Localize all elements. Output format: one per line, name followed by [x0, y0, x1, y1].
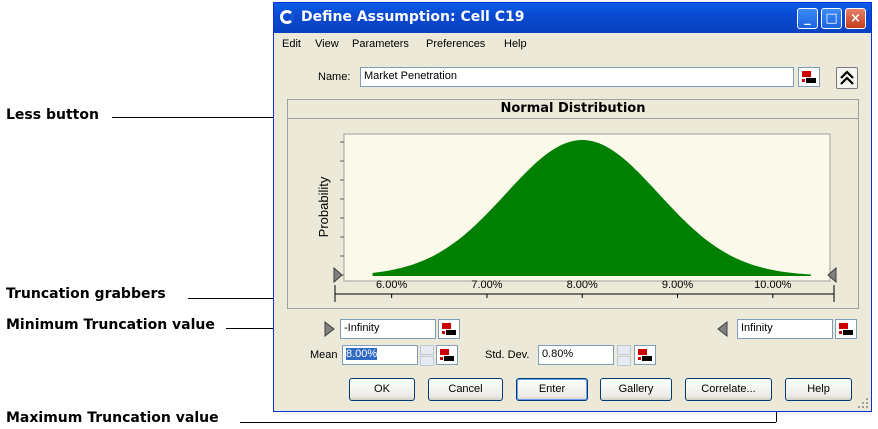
menu-parameters[interactable]: Parameters	[352, 38, 409, 50]
help-button[interactable]: Help	[785, 378, 852, 401]
mean-value-selected: 8.00%	[346, 348, 378, 360]
x-tick-label: 7.00%	[471, 279, 502, 291]
cell-reference-icon[interactable]	[634, 345, 656, 365]
ok-button[interactable]: OK	[349, 378, 415, 401]
close-button[interactable]: ×	[845, 8, 866, 29]
enter-button[interactable]: Enter	[516, 378, 588, 401]
std-dev-spinner[interactable]	[617, 345, 631, 366]
chevron-up-icon	[840, 70, 854, 85]
max-truncation-arrow-icon	[717, 321, 728, 337]
x-tick-label: 6.00%	[376, 279, 407, 291]
mean-label: Mean	[310, 349, 338, 361]
menu-bar: Edit View Parameters Preferences Help	[274, 33, 871, 53]
distribution-chart: Probability 6.00% 7.00% 8.00% 9.00% 10.00%	[316, 133, 837, 302]
correlate-button[interactable]: Correlate...	[685, 378, 772, 401]
min-truncation-input[interactable]: -Infinity	[340, 319, 436, 339]
x-tick-label: 9.00%	[662, 279, 693, 291]
window-title: Define Assumption: Cell C19	[301, 9, 525, 25]
max-truncation-input[interactable]: Infinity	[737, 319, 833, 339]
resize-grip-icon[interactable]	[857, 397, 869, 409]
x-tick-label: 8.00%	[567, 279, 598, 291]
maximize-button[interactable]: □	[821, 8, 842, 29]
leader-line	[240, 422, 776, 423]
cell-reference-icon[interactable]	[798, 67, 820, 87]
mean-input[interactable]: 8.00%	[342, 345, 418, 365]
cell-reference-icon[interactable]	[835, 319, 857, 339]
x-ticks: 6.00% 7.00% 8.00% 9.00% 10.00%	[376, 279, 792, 298]
menu-view[interactable]: View	[315, 38, 339, 50]
y-axis-label: Probability	[316, 176, 331, 237]
cancel-button[interactable]: Cancel	[428, 378, 503, 401]
mean-spinner[interactable]	[420, 345, 434, 366]
chart-panel: Normal Distribution Probability 6.00% 7.0…	[287, 99, 859, 309]
callout-minimum-truncation: Minimum Truncation value	[6, 317, 215, 333]
left-truncation-grabber[interactable]	[333, 266, 343, 284]
name-label: Name:	[318, 71, 351, 83]
std-dev-input[interactable]: 0.80%	[538, 345, 614, 365]
x-tick-label: 10.00%	[754, 279, 792, 291]
chart-title: Normal Distribution	[288, 101, 858, 119]
define-assumption-dialog: Define Assumption: Cell C19 _ □ × Edit V…	[273, 2, 872, 412]
min-truncation-arrow-icon	[324, 321, 335, 337]
cell-reference-icon[interactable]	[438, 319, 460, 339]
callout-truncation-grabbers: Truncation grabbers	[6, 286, 166, 302]
std-dev-label: Std. Dev.	[485, 349, 530, 361]
minimize-button[interactable]: _	[797, 8, 818, 29]
title-bar[interactable]: Define Assumption: Cell C19 _ □ ×	[274, 3, 871, 33]
app-icon	[280, 10, 294, 24]
cell-reference-icon[interactable]	[436, 345, 458, 365]
menu-edit[interactable]: Edit	[282, 38, 301, 50]
y-ticks	[340, 141, 344, 276]
menu-preferences[interactable]: Preferences	[426, 38, 485, 50]
name-input[interactable]: Market Penetration	[360, 67, 794, 87]
less-button[interactable]	[836, 67, 858, 89]
callout-less-button: Less button	[6, 107, 99, 123]
gallery-button[interactable]: Gallery	[600, 378, 672, 401]
callout-maximum-truncation: Maximum Truncation value	[6, 410, 219, 426]
menu-help[interactable]: Help	[504, 38, 527, 50]
